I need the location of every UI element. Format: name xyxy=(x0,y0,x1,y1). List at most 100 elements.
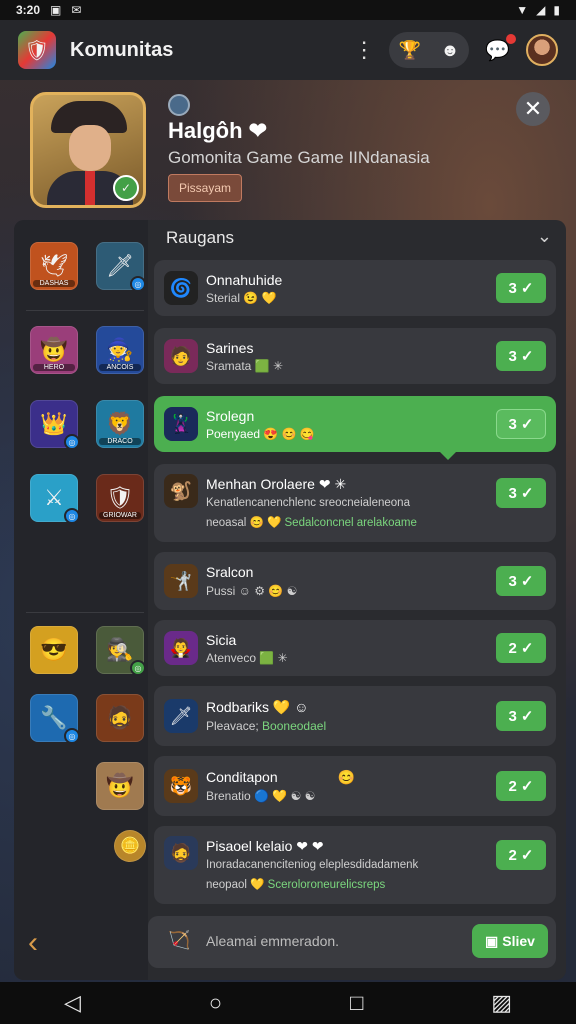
server-thumb[interactable]: 👑 ◎ xyxy=(30,400,80,450)
notification-dot xyxy=(506,33,516,44)
channel-name: Sicia xyxy=(206,632,237,648)
server-thumb[interactable]: 🗡 ◎ xyxy=(96,242,146,292)
check-icon: ✓ xyxy=(520,640,534,657)
status-time: 3:20 xyxy=(16,3,41,17)
chat-button[interactable]: 💬 xyxy=(485,33,516,63)
app-logo-icon: 🛡 xyxy=(18,31,56,69)
channel-icon: 🤺 xyxy=(164,564,198,598)
chat-icon: 💬 xyxy=(485,39,510,62)
server-thumb[interactable]: 🦁 DRACO xyxy=(96,400,144,448)
server-thumb[interactable]: 🤠 HERO xyxy=(30,326,78,374)
battery-icon: ▮ xyxy=(553,3,560,17)
app-bar: 🛡 Komunitas ⋮ 🏆 ☻ 💬 xyxy=(0,20,576,80)
nav-extra-icon[interactable]: ▨ xyxy=(491,990,512,1016)
community-title: Halgôh ❤ xyxy=(168,118,268,143)
server-thumb[interactable]: 🧔 xyxy=(96,694,144,742)
system-nav-bar: ◁ ○ □ ▨ xyxy=(0,982,576,1024)
channel-name: Conditapon 😊 xyxy=(206,769,356,785)
server-thumbnails: 🕊 DASHAS 🗡 ◎ 🤠 HERO 🧙 ANCOIS 👑 ◎ 🦁 DRACO ⚔ ◎ 🛡 G… xyxy=(14,220,148,980)
channel-name: Rodbariks 💛 ☺ xyxy=(206,699,309,715)
check-icon: ✓ xyxy=(520,485,534,502)
send-button[interactable]: ▣ Sliev xyxy=(472,924,548,958)
channel-sub: Pleavace; Booneodael xyxy=(206,719,327,733)
wifi-icon: ▼ xyxy=(516,3,529,17)
channel-desc-2: neoasal 😊 💛 Sedalconcnel arelakoame xyxy=(206,517,417,529)
close-button[interactable]: ✕ xyxy=(516,92,550,126)
channel-sub: Sterial 😉 💛 xyxy=(206,291,277,305)
back-arrow-icon[interactable]: ‹ xyxy=(28,926,38,960)
check-icon: ✓ xyxy=(520,847,534,864)
status-right: ▼ ◢ ▮ xyxy=(516,3,560,17)
server-thumb[interactable]: 🕵 ◎ xyxy=(96,626,146,676)
channel-icon: 🗡 xyxy=(164,699,198,733)
channel-name: Menhan Orolaere ❤ ✳ xyxy=(206,476,347,492)
server-thumb[interactable]: 🪙 xyxy=(114,830,146,862)
profile-avatar[interactable] xyxy=(526,34,558,66)
list-item[interactable]: 🧛 Sicia Atenveco 🟩 ✳ 2 ✓ xyxy=(154,620,556,676)
nav-recent-icon[interactable]: □ xyxy=(350,990,363,1016)
channel-sub: Pussi ☺ ⚙ 😊 ☯ xyxy=(206,584,298,598)
count-badge[interactable]: 3 ✓ xyxy=(496,566,546,596)
server-thumb[interactable]: 🤠 xyxy=(96,762,144,810)
list-item[interactable]: 🐯 Conditapon 😊 Brenatio 🔵 💛 ☯ ☯ 2 ✓ xyxy=(154,756,556,816)
divider xyxy=(26,612,144,613)
nav-back-icon[interactable]: ◁ xyxy=(64,990,81,1016)
channel-icon: 🧛 xyxy=(164,631,198,665)
count-badge[interactable]: 3 ✓ xyxy=(496,273,546,303)
community-header: ✓ Halgôh ❤ Gomonita Game Game IINdanasia… xyxy=(30,92,550,212)
more-menu-icon[interactable]: ⋮ xyxy=(353,37,375,63)
list-item[interactable]: 🗡 Rodbariks 💛 ☺ Pleavace; Booneodael 3 ✓ xyxy=(154,686,556,746)
channel-desc: Inoradacanenciteniog eleplesdidadamenk xyxy=(206,859,419,871)
check-icon: ✓ xyxy=(520,573,534,590)
server-thumb[interactable]: 😎 xyxy=(30,626,78,674)
count-badge[interactable]: 2 ✓ xyxy=(496,840,546,870)
channel-name: Onnahuhide xyxy=(206,272,283,288)
community-avatar-image: ✓ xyxy=(30,92,146,208)
list-item[interactable]: 🌀 Onnahuhide Sterial 😉 💛 3 ✓ xyxy=(154,260,556,316)
channel-desc-2: neopaol 💛 Sceroloroneurelicsreps xyxy=(206,879,386,891)
signal-icon: ◢ xyxy=(536,3,546,17)
count-badge[interactable]: 3 ✓ xyxy=(496,409,546,439)
message-composer[interactable]: 🏹 Aleamai emmeradon. ▣ Sliev xyxy=(148,916,556,968)
channel-icon: 🧑 xyxy=(164,339,198,373)
channel-name: Srolegn xyxy=(206,408,255,424)
count-badge[interactable]: 3 ✓ xyxy=(496,701,546,731)
server-thumb[interactable]: 🕊 DASHAS xyxy=(30,242,78,290)
channel-icon: 🌀 xyxy=(164,271,198,305)
game-icon xyxy=(168,94,190,116)
server-thumb[interactable]: 🛡 GRIOWAR xyxy=(96,474,144,522)
face-shape xyxy=(69,125,111,171)
channel-sub: Sramata 🟩 ✳ xyxy=(206,359,284,373)
count-badge[interactable]: 3 ✓ xyxy=(496,341,546,371)
list-item[interactable]: 🧑 Sarines Sramata 🟩 ✳ 3 ✓ xyxy=(154,328,556,384)
channel-icon: 🦹 xyxy=(164,407,198,441)
server-thumb[interactable]: ⚔ ◎ xyxy=(30,474,80,524)
channel-icon: 🧔 xyxy=(164,836,198,870)
community-tag[interactable]: Pissayam xyxy=(168,174,243,202)
message-input[interactable]: Aleamai emmeradon. xyxy=(206,933,339,949)
send-icon: ▣ xyxy=(485,932,499,949)
nav-home-icon[interactable]: ○ xyxy=(209,990,222,1016)
verified-badge-icon: ✓ xyxy=(113,175,139,201)
check-icon: ✓ xyxy=(520,708,534,725)
server-thumb[interactable]: 🔧 ◎ xyxy=(30,694,80,744)
list-item-active[interactable]: 🦹 Srolegn Poenyaed 😍 😊 😋 3 ✓ xyxy=(154,396,556,460)
count-badge[interactable]: 2 ✓ xyxy=(496,771,546,801)
channel-name: Pisaoel kelaio ❤ ❤ xyxy=(206,838,324,854)
community-subtitle: Gomonita Game Game IINdanasia xyxy=(168,148,430,167)
count-badge[interactable]: 2 ✓ xyxy=(496,633,546,663)
check-icon: ✓ xyxy=(520,280,534,297)
count-badge[interactable]: 3 ✓ xyxy=(496,478,546,508)
chevron-down-icon[interactable]: ⌄ xyxy=(537,226,552,247)
list-item[interactable]: 🧔 Pisaoel kelaio ❤ ❤ Inoradacanencitenio… xyxy=(154,826,556,904)
status-bar: 3:20 ▣ ✉ ▼ ◢ ▮ xyxy=(0,0,576,20)
list-item[interactable]: 🐒 Menhan Orolaere ❤ ✳ Kenatlencanenchlen… xyxy=(154,464,556,542)
face-icon: ☻ xyxy=(440,39,460,60)
server-thumb[interactable]: 🧙 ANCOIS xyxy=(96,326,144,374)
reward-pill[interactable]: 🏆 ☻ xyxy=(389,32,470,68)
list-item[interactable]: 🤺 Sralcon Pussi ☺ ⚙ 😊 ☯ 3 ✓ xyxy=(154,552,556,610)
check-icon: ✓ xyxy=(520,416,534,433)
check-icon: ✓ xyxy=(520,348,534,365)
bubble-tail xyxy=(440,452,456,460)
channel-sub: Atenveco 🟩 ✳ xyxy=(206,651,288,665)
